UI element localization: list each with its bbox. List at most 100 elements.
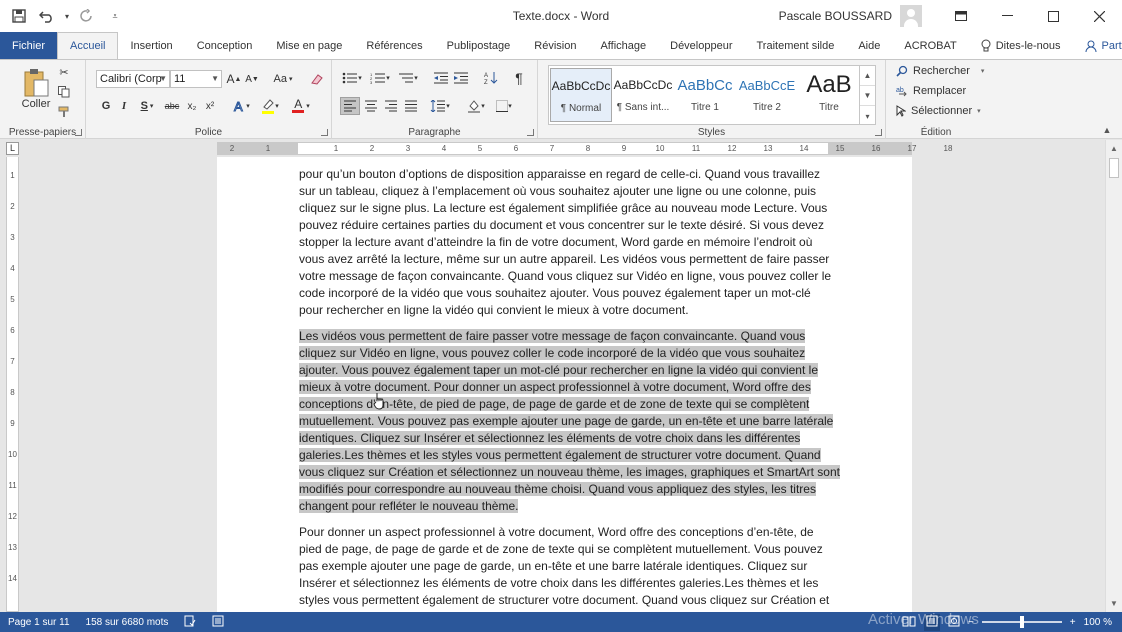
- decrease-indent-icon[interactable]: [432, 69, 450, 87]
- vertical-scrollbar[interactable]: ▲ ▼: [1105, 140, 1122, 612]
- tab-references[interactable]: Références: [354, 32, 434, 59]
- font-launcher-icon[interactable]: [321, 129, 328, 136]
- align-center-icon[interactable]: [362, 97, 380, 115]
- style-heading-1[interactable]: AaBbCc Titre 1: [674, 68, 736, 122]
- bold-button[interactable]: G: [98, 97, 114, 115]
- web-layout-icon[interactable]: [948, 615, 960, 630]
- subscript-button[interactable]: x₂: [184, 97, 200, 115]
- tab-selector-icon[interactable]: L: [6, 142, 19, 155]
- style-title[interactable]: AaB Titre: [798, 68, 860, 122]
- replace-button[interactable]: ab Remplacer: [896, 85, 966, 97]
- paragraph-2-selected[interactable]: Les vidéos vous permettent de faire pass…: [299, 328, 840, 515]
- numbering-icon[interactable]: 1 2 3 ▾: [368, 69, 392, 87]
- tab-traitement-silde[interactable]: Traitement silde: [745, 32, 847, 59]
- tab-revision[interactable]: Révision: [522, 32, 588, 59]
- chevron-down-icon[interactable]: ▾: [62, 3, 72, 29]
- minimize-icon[interactable]: [984, 0, 1030, 32]
- cut-icon[interactable]: ✂: [56, 64, 72, 80]
- tab-accueil[interactable]: Accueil: [57, 32, 119, 59]
- superscript-button[interactable]: x²: [202, 97, 218, 115]
- styles-launcher-icon[interactable]: [875, 129, 882, 136]
- zoom-level[interactable]: 100 %: [1084, 617, 1112, 628]
- justify-icon[interactable]: [402, 97, 420, 115]
- scroll-down-icon[interactable]: ▼: [860, 86, 875, 106]
- proofing-icon[interactable]: [176, 615, 204, 630]
- highlight-color-icon[interactable]: ▾: [258, 97, 282, 115]
- customize-icon[interactable]: ⩡: [102, 3, 128, 29]
- tab-conception[interactable]: Conception: [185, 32, 265, 59]
- tab-developpeur[interactable]: Développeur: [658, 32, 744, 59]
- collapse-ribbon-icon[interactable]: ▲: [1100, 124, 1114, 136]
- zoom-out-icon[interactable]: −: [968, 617, 974, 628]
- share-button[interactable]: Partager: [1073, 32, 1122, 59]
- change-case-button[interactable]: Aa ▾: [270, 70, 296, 88]
- underline-button[interactable]: S ▾: [136, 97, 158, 115]
- zoom-slider[interactable]: [981, 616, 1062, 628]
- tab-acrobat[interactable]: ACROBAT: [892, 32, 968, 59]
- bullets-icon[interactable]: ▾: [340, 69, 364, 87]
- tab-publipostage[interactable]: Publipostage: [435, 32, 523, 59]
- maximize-icon[interactable]: [1030, 0, 1076, 32]
- format-painter-icon[interactable]: [56, 104, 72, 120]
- align-right-icon[interactable]: [382, 97, 400, 115]
- redo-icon[interactable]: [74, 3, 100, 29]
- tab-aide[interactable]: Aide: [846, 32, 892, 59]
- undo-icon[interactable]: [34, 3, 60, 29]
- scrollbar-thumb[interactable]: [1109, 158, 1119, 178]
- multilevel-list-icon[interactable]: ▾: [396, 69, 420, 87]
- ribbon-display-icon[interactable]: [938, 0, 984, 32]
- page-count[interactable]: Page 1 sur 11: [0, 617, 78, 628]
- style-normal[interactable]: AaBbCcDc ¶ Normal: [550, 68, 612, 122]
- avatar[interactable]: [900, 5, 922, 27]
- italic-button[interactable]: I: [116, 97, 132, 115]
- shading-icon[interactable]: ▾: [464, 97, 488, 115]
- copy-icon[interactable]: [56, 84, 72, 100]
- sort-icon[interactable]: AZ: [482, 69, 500, 87]
- line-spacing-icon[interactable]: ▾: [428, 97, 452, 115]
- tab-insertion[interactable]: Insertion: [118, 32, 184, 59]
- paragraph-1[interactable]: pour qu’un bouton d’options de dispositi…: [299, 166, 832, 319]
- clear-formatting-icon[interactable]: [308, 70, 326, 88]
- paragraph-3[interactable]: Pour donner un aspect professionnel à vo…: [299, 524, 829, 609]
- style-no-spacing[interactable]: AaBbCcDc ¶ Sans int...: [612, 68, 674, 122]
- tab-mise-en-page[interactable]: Mise en page: [264, 32, 354, 59]
- increase-indent-icon[interactable]: [452, 69, 470, 87]
- style-name: Titre: [819, 102, 839, 113]
- text-line: votre message de façon convaincante. Qua…: [299, 269, 832, 283]
- save-icon[interactable]: [6, 3, 32, 29]
- strikethrough-button[interactable]: abc: [162, 97, 182, 115]
- grow-font-button[interactable]: A ▲: [226, 70, 242, 88]
- print-layout-icon[interactable]: [923, 613, 940, 631]
- word-count[interactable]: 158 sur 6680 mots: [78, 617, 177, 628]
- clipboard-launcher-icon[interactable]: [75, 129, 82, 136]
- tab-affichage[interactable]: Affichage: [588, 32, 658, 59]
- close-icon[interactable]: [1076, 0, 1122, 32]
- font-color-button[interactable]: A ▾: [288, 97, 314, 115]
- text-effects-icon[interactable]: A ▾: [230, 97, 252, 115]
- style-heading-2[interactable]: AaBbCcE Titre 2: [736, 68, 798, 122]
- replace-icon: ab: [896, 87, 907, 97]
- borders-icon[interactable]: ▾: [492, 97, 516, 115]
- font-size-field[interactable]: 11 ▼: [170, 70, 222, 88]
- zoom-in-icon[interactable]: +: [1070, 617, 1076, 628]
- more-styles-icon[interactable]: ▾: [860, 106, 875, 126]
- read-mode-icon[interactable]: [902, 615, 916, 630]
- font-name-field[interactable]: Calibri (Corp ▼: [96, 70, 170, 88]
- horizontal-ruler[interactable]: 2 1 1 2 3 4 5 6 7 8 9 10 11 12 13 14 15 16 17 18: [217, 142, 952, 155]
- macro-record-icon[interactable]: [204, 615, 232, 630]
- scroll-up-icon[interactable]: ▲: [860, 66, 875, 86]
- tell-me-box[interactable]: Dites-le-nous: [969, 32, 1073, 59]
- user-account[interactable]: Pascale BOUSSARD: [779, 0, 922, 32]
- paste-button[interactable]: Coller: [16, 64, 56, 114]
- find-button[interactable]: Rechercher ▾: [896, 65, 984, 77]
- scroll-up-icon[interactable]: ▲: [1106, 140, 1122, 157]
- shrink-font-button[interactable]: A ▼: [244, 70, 260, 88]
- scroll-down-icon[interactable]: ▼: [1106, 595, 1122, 612]
- tab-fichier[interactable]: Fichier: [0, 32, 58, 59]
- zoom-slider-knob[interactable]: [1019, 616, 1024, 628]
- vertical-ruler[interactable]: 1 2 3 4 5 6 7 8 9 10 11 12 13 14: [6, 157, 19, 612]
- paragraph-launcher-icon[interactable]: [527, 129, 534, 136]
- align-left-icon[interactable]: [340, 97, 360, 115]
- select-button[interactable]: Sélectionner ▾: [896, 105, 981, 117]
- show-marks-button[interactable]: ¶: [510, 69, 528, 87]
